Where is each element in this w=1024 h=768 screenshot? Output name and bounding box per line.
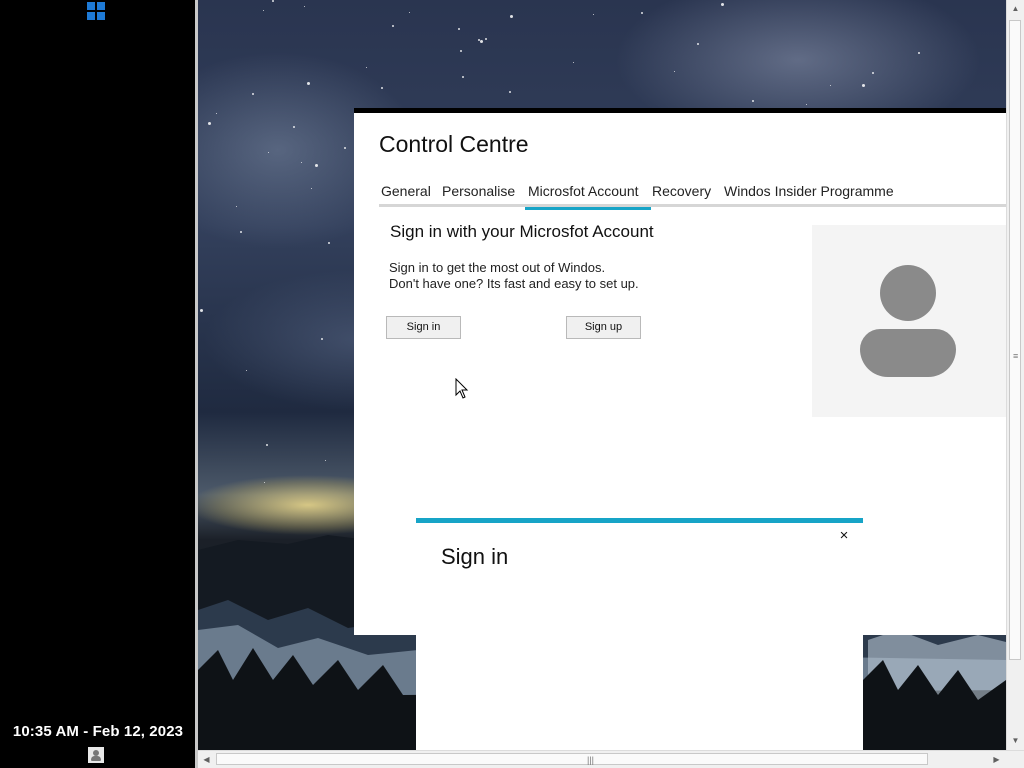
star (458, 28, 460, 30)
star (721, 3, 724, 6)
star (301, 162, 302, 163)
tab-windows-insider[interactable]: Windos Insider Programme (724, 177, 894, 207)
star (272, 0, 274, 2)
star (573, 62, 574, 63)
user-icon[interactable] (88, 747, 104, 763)
star (509, 91, 511, 93)
star (752, 100, 754, 102)
star (328, 242, 330, 244)
sign-in-button[interactable]: Sign in (386, 316, 461, 339)
star (872, 72, 874, 74)
star (478, 39, 480, 41)
star (392, 25, 394, 27)
star (641, 12, 643, 14)
close-icon[interactable]: × (836, 528, 852, 544)
horizontal-scroll-thumb[interactable]: ||| (216, 753, 928, 765)
star (315, 164, 318, 167)
tab-personalise[interactable]: Personalise (442, 177, 515, 207)
star (264, 482, 265, 483)
account-heading: Sign in with your Microsfot Account (390, 222, 654, 241)
star (485, 38, 487, 40)
dialog-title: Sign in (441, 544, 509, 569)
account-description-2: Don't have one? Its fast and easy to set… (389, 276, 639, 291)
star (593, 14, 594, 15)
star (208, 122, 211, 125)
scroll-up-arrow-icon[interactable]: ▲ (1007, 0, 1024, 17)
star (311, 188, 312, 189)
star (246, 370, 247, 371)
star (263, 10, 264, 11)
star (510, 15, 513, 18)
star (462, 76, 464, 78)
tab-general[interactable]: General (381, 177, 431, 207)
windows-logo-icon[interactable] (87, 2, 105, 20)
horizontal-scrollbar[interactable]: ◀ ||| ▶ (198, 750, 1024, 768)
star (266, 444, 268, 446)
star (674, 71, 675, 72)
sign-in-dialog: Sign in × (416, 518, 863, 750)
sign-up-button[interactable]: Sign up (566, 316, 641, 339)
taskbar: 10:35 AM - Feb 12, 2023 (0, 0, 196, 768)
star (304, 6, 305, 7)
scroll-left-arrow-icon[interactable]: ◀ (198, 751, 215, 768)
star (806, 104, 807, 105)
account-avatar-panel (812, 225, 1006, 417)
vertical-scroll-thumb[interactable]: ≡ (1009, 20, 1021, 660)
vertical-scrollbar[interactable]: ▲ ≡ ▼ (1006, 0, 1024, 750)
star (344, 147, 346, 149)
star (236, 206, 237, 207)
star (307, 82, 310, 85)
account-description: Sign in to get the most out of Windos. (389, 260, 606, 275)
star (325, 460, 326, 461)
star (697, 43, 699, 45)
star (918, 52, 920, 54)
scroll-down-arrow-icon[interactable]: ▼ (1007, 732, 1024, 749)
scroll-right-arrow-icon[interactable]: ▶ (988, 751, 1005, 768)
star (268, 152, 269, 153)
scroll-grip-icon: ||| (587, 755, 595, 765)
star (216, 113, 217, 114)
mouse-pointer-icon (455, 378, 469, 399)
star (409, 12, 410, 13)
star (862, 84, 865, 87)
star (830, 85, 831, 86)
star (200, 309, 203, 312)
tab-bar: General Personalise Microsfot Account Re… (379, 177, 1006, 210)
star (240, 231, 242, 233)
star (293, 126, 295, 128)
star (321, 338, 323, 340)
tab-recovery[interactable]: Recovery (652, 177, 711, 207)
clock: 10:35 AM - Feb 12, 2023 (12, 723, 184, 740)
star (460, 50, 462, 52)
tab-microsoft-account[interactable]: Microsfot Account (525, 177, 651, 210)
star (252, 93, 254, 95)
star (366, 67, 367, 68)
scroll-grip-icon: ≡ (1013, 351, 1019, 361)
star (480, 40, 483, 43)
star (381, 87, 383, 89)
window-title: Control Centre (379, 131, 529, 157)
